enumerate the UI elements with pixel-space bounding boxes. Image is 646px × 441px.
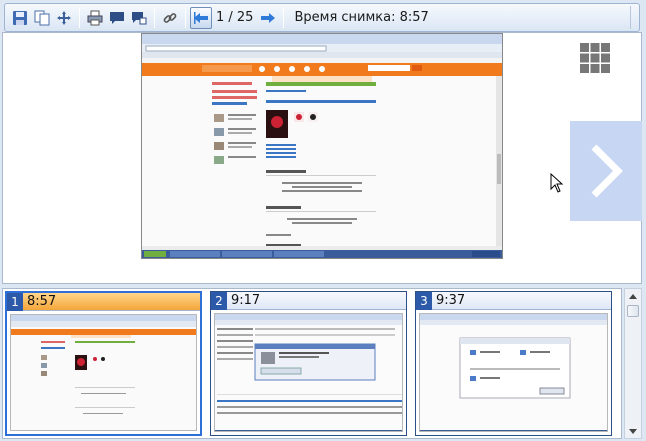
move-icon (57, 10, 71, 25)
thumbnail-1[interactable]: 1 8:57 (5, 291, 202, 436)
prev-icon (194, 11, 208, 24)
comment-edit-button[interactable] (128, 7, 150, 29)
save-button[interactable] (9, 7, 31, 29)
link-icon (163, 12, 177, 23)
next-button[interactable] (257, 7, 279, 29)
capture-time: Время снимка: 8:57 (294, 10, 429, 25)
grid-icon (580, 43, 610, 73)
copy-button[interactable] (31, 7, 53, 29)
thumbnail-time: 9:17 (231, 293, 261, 308)
triangle-down-icon (629, 428, 637, 434)
toolbar-separator (154, 7, 155, 28)
comment-button[interactable] (106, 7, 128, 29)
scrollbar-thumb[interactable] (627, 305, 639, 317)
scroll-down-button[interactable] (625, 424, 641, 438)
thumbnail-header: 1 8:57 (7, 292, 200, 311)
main-viewer (2, 32, 642, 284)
browser-screenshot-drawing (142, 34, 502, 258)
thumbnail-3[interactable]: 3 9:37 (415, 291, 612, 436)
prev-button[interactable] (190, 6, 212, 29)
thumbnail-number: 3 (416, 291, 432, 310)
thumbnail-number: 1 (7, 292, 23, 311)
toolbar-separator (185, 7, 186, 28)
toolbar-separator (283, 7, 285, 28)
next-screenshot-button[interactable] (570, 121, 642, 221)
comment-icon (110, 11, 124, 24)
thumbnail-header: 2 9:17 (211, 291, 406, 310)
thumbnail-image (214, 313, 403, 432)
thumbnail-strip: 1 8:57 2 9:17 3 9:37 (2, 288, 622, 439)
toolbar: 1 / 25 Время снимка: 8:57 (4, 3, 640, 32)
link-button[interactable] (159, 7, 181, 29)
thumbnail-time: 9:37 (436, 293, 466, 308)
mouse-pointer-icon (550, 172, 564, 197)
thumbnail-scrollbar[interactable] (624, 288, 642, 439)
thumbnail-image (10, 314, 197, 431)
screenshot-viewer-window: 1 / 25 Время снимка: 8:57 1 8:57 2 9:17 … (0, 0, 646, 441)
thumbnail-header: 3 9:37 (416, 291, 611, 310)
main-screenshot-image (141, 33, 503, 259)
move-button[interactable] (53, 7, 75, 29)
print-icon (87, 10, 103, 25)
copy-icon (34, 10, 50, 25)
triangle-up-icon (629, 293, 637, 299)
thumbnail-time: 8:57 (27, 294, 57, 309)
chevron-right-icon (591, 144, 623, 198)
thumbnail-image (419, 313, 608, 432)
page-counter: 1 / 25 (216, 10, 254, 25)
print-button[interactable] (84, 7, 106, 29)
scroll-up-button[interactable] (625, 289, 641, 303)
next-icon (261, 12, 276, 23)
comment-edit-icon (132, 11, 147, 24)
save-icon (13, 10, 27, 25)
toolbar-grip[interactable] (630, 6, 638, 29)
thumbnail-number: 2 (211, 291, 227, 310)
toolbar-separator (79, 7, 80, 28)
grid-view-button[interactable] (579, 42, 611, 78)
thumbnail-2[interactable]: 2 9:17 (210, 291, 407, 436)
